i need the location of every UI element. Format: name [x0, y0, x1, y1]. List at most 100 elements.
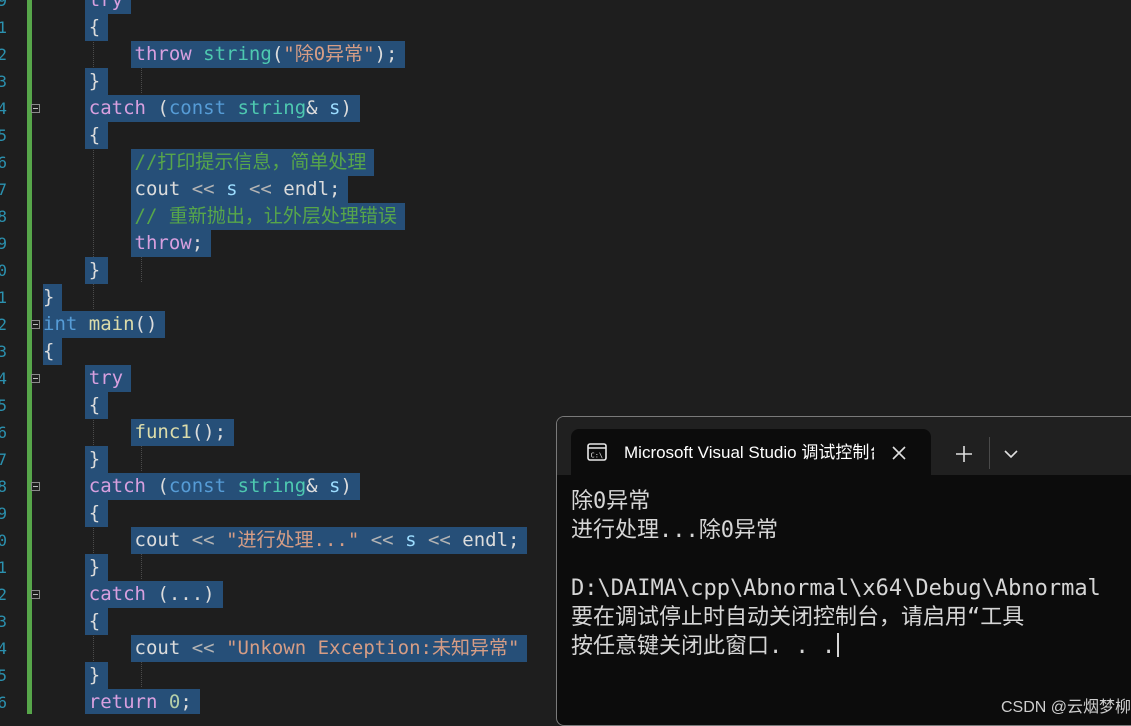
code-token: cout: [43, 637, 192, 659]
indent-guide: [141, 68, 142, 93]
code-line[interactable]: //打印提示信息，简单处理: [43, 149, 367, 176]
code-token: cout: [43, 529, 192, 551]
text-cursor: [837, 633, 840, 657]
collapse-toggle-icon[interactable]: [31, 320, 40, 329]
code-token: }: [43, 70, 101, 92]
code-token: }: [43, 448, 101, 470]
code-token: int: [43, 313, 78, 335]
line-number: 8: [0, 207, 7, 226]
code-token: <<: [370, 529, 394, 551]
close-tab-icon[interactable]: [887, 441, 911, 465]
code-line[interactable]: {: [43, 338, 54, 365]
chevron-down-icon[interactable]: [998, 441, 1024, 467]
code-line[interactable]: cout << s << endl;: [43, 176, 341, 203]
debug-console-window[interactable]: C:\ Microsoft Visual Studio 调试控制台 除0异常 进…: [556, 416, 1131, 726]
code-line[interactable]: cout << "进行处理..." << s << endl;: [43, 527, 520, 554]
code-line[interactable]: catch (...): [43, 581, 215, 608]
line-number: 9: [0, 504, 7, 523]
code-line[interactable]: int main(): [43, 311, 157, 338]
new-tab-plus-icon[interactable]: [951, 441, 977, 467]
code-line[interactable]: }: [43, 257, 100, 284]
line-number: 7: [0, 180, 7, 199]
code-token: <<: [248, 178, 272, 200]
line-number: 1: [0, 288, 7, 307]
terminal-tab[interactable]: C:\ Microsoft Visual Studio 调试控制台: [571, 429, 931, 475]
line-number-gutter: 9 1 2 3 4 5 6 7 8 9 0 1 2 3 4 5 6 7 8 9 0 1 2 3 4 5 6: [0, 0, 14, 714]
code-line[interactable]: {: [43, 122, 100, 149]
code-token: (: [271, 43, 284, 65]
code-token: {: [43, 124, 101, 146]
line-number: 3: [0, 342, 7, 361]
line-number: 0: [0, 531, 7, 550]
code-line[interactable]: {: [43, 608, 100, 635]
line-number: 9: [0, 234, 7, 253]
code-token: &: [306, 475, 330, 497]
code-token: "Unkown Exception:未知异常": [226, 637, 520, 659]
code-token: //打印提示信息，简单处理: [134, 151, 367, 173]
code-token: const: [168, 97, 227, 119]
code-token: try: [88, 367, 124, 389]
code-line[interactable]: catch (const string& s): [43, 473, 352, 500]
console-line: 要在调试停止时自动关闭控制台，请启用“工具: [571, 605, 1025, 630]
code-line[interactable]: }: [43, 284, 54, 311]
indent-guide: [141, 554, 142, 579]
code-token: ();: [191, 421, 227, 443]
code-line[interactable]: func1();: [43, 419, 227, 446]
code-token: string: [237, 475, 307, 497]
line-number: 0: [0, 261, 7, 280]
code-line[interactable]: return 0;: [43, 689, 192, 714]
code-line[interactable]: {: [43, 14, 100, 41]
code-line[interactable]: }: [43, 662, 100, 689]
code-token: endl;: [450, 529, 520, 551]
code-token: catch: [88, 583, 146, 605]
code-token: throw: [134, 43, 192, 65]
code-line[interactable]: // 重新抛出，让外层处理错误: [43, 203, 397, 230]
code-token: "进行处理...": [226, 529, 360, 551]
code-line[interactable]: throw string("除0异常");: [43, 41, 398, 68]
line-number: 2: [0, 45, 7, 64]
line-number: 3: [0, 612, 7, 631]
console-line: 进行处理...除0异常: [571, 518, 778, 543]
code-line[interactable]: try: [43, 0, 123, 14]
collapse-toggle-icon[interactable]: [31, 590, 40, 599]
code-line[interactable]: }: [43, 68, 100, 95]
code-token: <<: [191, 178, 215, 200]
code-token: catch: [88, 97, 146, 119]
tab-separator: [989, 437, 990, 469]
code-line[interactable]: {: [43, 392, 100, 419]
console-output[interactable]: 除0异常 进行处理...除0异常 D:\DAIMA\cpp\Abnormal\x…: [571, 487, 1131, 717]
code-line[interactable]: cout << "Unkown Exception:未知异常": [43, 635, 520, 662]
line-number: 4: [0, 369, 7, 388]
code-token: &: [306, 97, 330, 119]
code-token: ;: [191, 232, 204, 254]
code-token: ): [340, 475, 352, 497]
code-line[interactable]: throw;: [43, 230, 204, 257]
code-token: ;: [180, 691, 192, 713]
code-token: "除0异常": [283, 43, 375, 65]
collapse-toggle-icon[interactable]: [31, 104, 40, 113]
console-line: 除0异常: [571, 489, 651, 514]
code-token: (): [134, 313, 158, 335]
collapse-toggle-icon[interactable]: [31, 374, 40, 383]
code-line[interactable]: {: [43, 500, 100, 527]
code-token: {: [43, 16, 101, 38]
code-line[interactable]: }: [43, 446, 100, 473]
code-line[interactable]: try: [43, 365, 123, 392]
code-token: string: [203, 43, 272, 65]
line-number: 5: [0, 666, 7, 685]
code-token: }: [43, 664, 101, 686]
code-line[interactable]: }: [43, 554, 100, 581]
code-line[interactable]: catch (const string& s): [43, 95, 352, 122]
code-token: {: [43, 610, 101, 632]
collapse-toggle-icon[interactable]: [31, 482, 40, 491]
